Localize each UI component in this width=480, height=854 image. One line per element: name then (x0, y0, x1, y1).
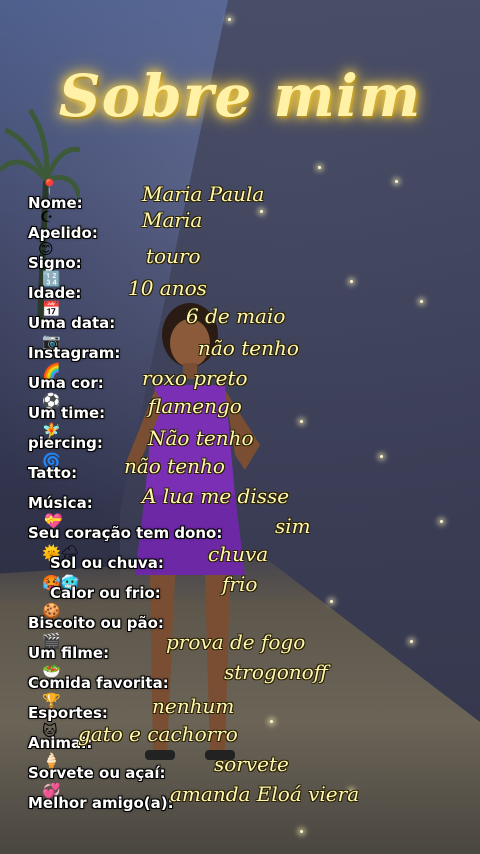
field-label: Um time: (28, 404, 106, 422)
field-label: Sol ou chuva: (50, 554, 164, 572)
field-value: sim (275, 514, 311, 538)
field-label: Uma cor: (28, 374, 104, 392)
field-value: 6 de maio (186, 304, 286, 328)
moon-icon: ☪ (40, 208, 54, 226)
field-value: não tenho (198, 336, 299, 360)
field-label: Seu coração tem dono: (28, 524, 223, 542)
field-label: Música: (28, 494, 93, 512)
field-label: Um filme: (28, 644, 110, 662)
field-value: não tenho (124, 454, 225, 478)
field-label: Calor ou frio: (50, 584, 161, 602)
sparkle (228, 18, 231, 21)
sparkle (270, 720, 273, 723)
field-label: Melhor amigo(a): (28, 794, 174, 812)
field-label: Nome: (28, 194, 83, 212)
field-label: Esportes: (28, 704, 108, 722)
field-value: chuva (208, 542, 269, 566)
field-value: Maria (142, 208, 203, 232)
sparkle (318, 166, 321, 169)
sparkle (260, 210, 263, 213)
sparkle (350, 280, 353, 283)
sparkle (380, 455, 383, 458)
sparkle (395, 180, 398, 183)
field-label: Comida favorita: (28, 674, 169, 692)
field-value: touro (146, 244, 201, 268)
pin-icon: 📍 (40, 178, 59, 196)
field-value: frio (222, 572, 258, 596)
sparkle (410, 640, 413, 643)
field-value: 10 anos (128, 276, 207, 300)
sparkle (420, 300, 423, 303)
field-label: Uma data: (28, 314, 116, 332)
field-value: prova de fogo (166, 630, 306, 654)
field-value: sorvete (214, 752, 289, 776)
field-label: piercing: (28, 434, 103, 452)
sparkle (300, 420, 303, 423)
field-value: flamengo (148, 394, 242, 418)
field-value: Maria Paula (142, 182, 265, 206)
field-value: gato e cachorro (78, 722, 238, 746)
field-label: Sorvete ou açaí: (28, 764, 166, 782)
page-title: Sobre mim (58, 62, 422, 130)
field-value: roxo preto (142, 366, 248, 390)
field-value: Não tenho (148, 426, 254, 450)
field-label: Instagram: (28, 344, 121, 362)
field-label: Biscoito ou pão: (28, 614, 164, 632)
field-value: nenhum (152, 694, 235, 718)
sparkle (440, 520, 443, 523)
field-value: strogonoff (224, 660, 328, 684)
field-value: A lua me disse (142, 484, 290, 508)
field-value: amanda Eloá viera (170, 782, 360, 806)
field-label: Tatto: (28, 464, 78, 482)
sparkle (300, 830, 303, 833)
sparkle (330, 600, 333, 603)
